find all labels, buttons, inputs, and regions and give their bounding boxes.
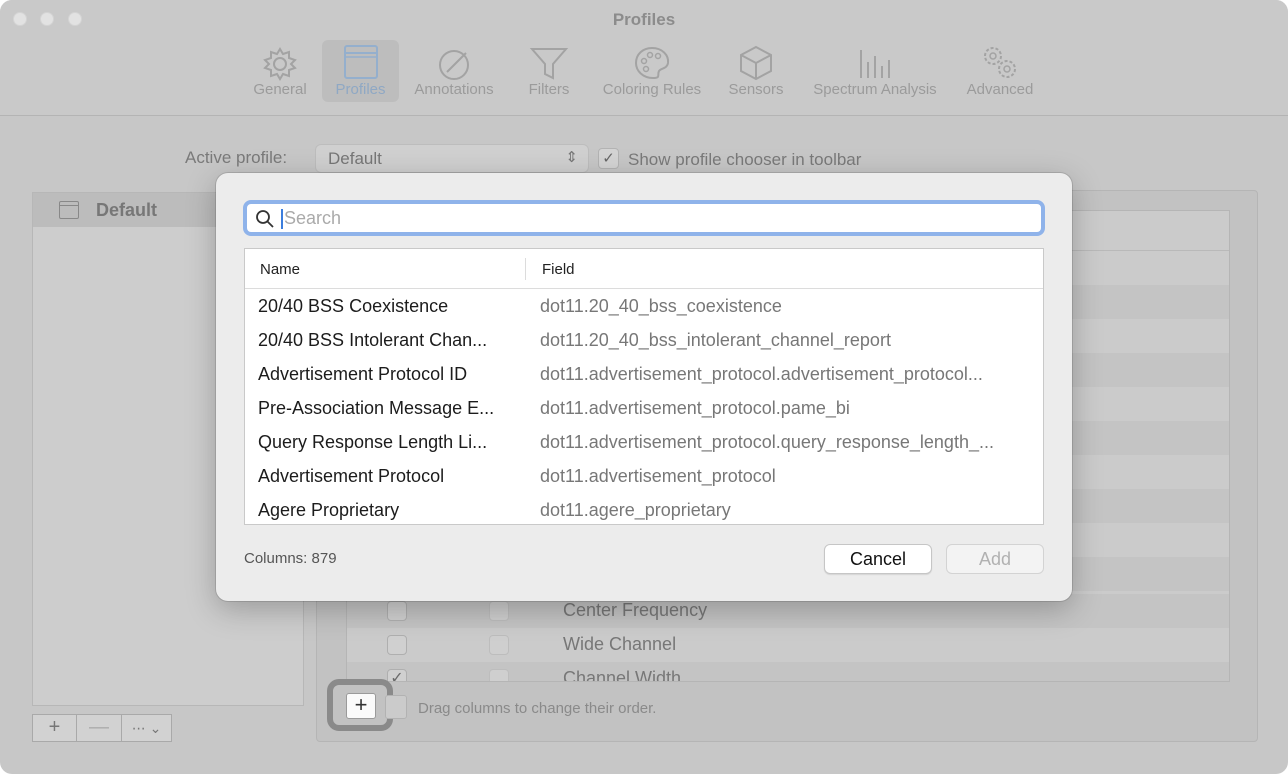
add-column-dialog: Name Field 20/40 BSS Coexistence dot11.2… xyxy=(216,173,1072,601)
toolbar-item-label: Advanced xyxy=(966,81,1034,98)
table-row[interactable]: Wide Channel xyxy=(347,628,1229,662)
column-header-name[interactable]: Name xyxy=(260,261,300,278)
toolbar-item-label: Profiles xyxy=(335,81,386,98)
add-button[interactable]: Add xyxy=(946,544,1044,574)
toolbar-item-advanced[interactable]: Advanced xyxy=(960,40,1040,102)
window-icon xyxy=(59,201,79,219)
gears-icon xyxy=(984,47,1016,78)
secondary-checkbox[interactable] xyxy=(489,669,509,681)
cube-icon xyxy=(740,45,772,81)
window-icon xyxy=(343,45,378,79)
profile-name: Default xyxy=(96,200,158,220)
toolbar-item-annotations[interactable]: Annotations xyxy=(407,40,501,102)
remove-profile-button[interactable]: — xyxy=(77,714,122,742)
columns-count: Columns: 879 xyxy=(244,550,337,567)
titlebar: Profiles General Profiles Annotations Fi… xyxy=(0,0,1288,116)
toolbar-item-label: General xyxy=(253,81,307,98)
field-name: 20/40 BSS Coexistence xyxy=(258,296,449,316)
active-profile-select[interactable]: Default ⇕ xyxy=(315,144,589,173)
chevron-up-down-icon: ⇕ xyxy=(565,149,578,166)
secondary-checkbox[interactable] xyxy=(489,635,509,655)
add-column-button[interactable]: + xyxy=(346,693,376,719)
table-row[interactable]: 20/40 BSS Intolerant Chan... dot11.20_40… xyxy=(245,323,1043,357)
table-header: Name Field xyxy=(245,249,1043,289)
toolbar-item-general[interactable]: General xyxy=(248,40,312,102)
column-header-field[interactable]: Field xyxy=(542,261,575,278)
search-field[interactable] xyxy=(243,200,1045,236)
field-name: Query Response Length Li... xyxy=(258,432,488,452)
field-name: Advertisement Protocol ID xyxy=(258,364,468,384)
fields-table: Name Field 20/40 BSS Coexistence dot11.2… xyxy=(244,248,1044,525)
column-title: Channel Width xyxy=(563,668,682,682)
table-row[interactable]: Query Response Length Li... dot11.advert… xyxy=(245,425,1043,459)
remove-column-button[interactable] xyxy=(385,695,407,719)
visible-checkbox[interactable]: ✓ xyxy=(387,669,407,681)
spectrum-bars-icon xyxy=(860,50,890,78)
secondary-checkbox[interactable] xyxy=(489,601,509,621)
column-title: Wide Channel xyxy=(563,634,677,654)
field-key: dot11.advertisement_protocol xyxy=(540,466,776,486)
profiles-list-controls: + — ⋯ ⌄ xyxy=(32,714,172,742)
palette-icon xyxy=(634,46,670,80)
toolbar-item-spectrum-analysis[interactable]: Spectrum Analysis xyxy=(802,40,948,102)
gear-icon xyxy=(263,47,297,81)
field-name: 20/40 BSS Intolerant Chan... xyxy=(258,330,488,350)
field-key: dot11.advertisement_protocol.query_respo… xyxy=(540,432,994,452)
more-actions-button[interactable]: ⋯ ⌄ xyxy=(122,714,172,742)
toolbar-item-filters[interactable]: Filters xyxy=(522,40,576,102)
toolbar-item-label: Annotations xyxy=(414,81,494,98)
field-key: dot11.advertisement_protocol.advertiseme… xyxy=(540,364,983,384)
cancel-button[interactable]: Cancel xyxy=(824,544,932,574)
pencil-circle-icon xyxy=(439,50,469,80)
column-title: Center Frequency xyxy=(563,600,708,620)
search-icon xyxy=(256,210,274,228)
field-key: dot11.advertisement_protocol.pame_bi xyxy=(540,398,850,418)
field-name: Pre-Association Message E... xyxy=(258,398,495,418)
table-row[interactable]: Advertisement Protocol ID dot11.advertis… xyxy=(245,357,1043,391)
field-key: dot11.agere_proprietary xyxy=(540,500,731,520)
toolbar-item-coloring-rules[interactable]: Coloring Rules xyxy=(596,40,708,102)
show-profile-chooser-checkbox[interactable]: ✓ xyxy=(598,148,619,169)
table-row[interactable]: Agere Proprietary dot11.agere_proprietar… xyxy=(245,493,1043,524)
field-name: Advertisement Protocol xyxy=(258,466,445,486)
table-row[interactable]: Advertisement Protocol dot11.advertiseme… xyxy=(245,459,1043,493)
drag-hint-text: Drag columns to change their order. xyxy=(418,700,657,717)
text-caret xyxy=(281,209,283,229)
table-row[interactable]: 20/40 BSS Coexistence dot11.20_40_bss_co… xyxy=(245,289,1043,323)
toolbar-item-label: Sensors xyxy=(728,81,784,98)
search-input[interactable] xyxy=(284,206,1024,230)
field-key: dot11.20_40_bss_intolerant_channel_repor… xyxy=(540,330,891,350)
visible-checkbox[interactable] xyxy=(387,601,407,621)
active-profile-value: Default xyxy=(328,149,382,168)
toolbar-item-label: Filters xyxy=(528,81,570,98)
active-profile-label: Active profile: xyxy=(185,148,288,167)
toolbar-item-label: Spectrum Analysis xyxy=(813,81,937,98)
toolbar-item-sensors[interactable]: Sensors xyxy=(724,40,788,102)
toolbar-item-label: Coloring Rules xyxy=(602,81,702,98)
field-name: Agere Proprietary xyxy=(258,500,400,520)
add-profile-button[interactable]: + xyxy=(32,714,77,742)
show-profile-chooser-label: Show profile chooser in toolbar xyxy=(628,150,862,169)
window-title: Profiles xyxy=(612,10,676,29)
column-divider[interactable] xyxy=(525,258,526,280)
table-row[interactable]: ✓ Channel Width xyxy=(347,662,1229,682)
funnel-icon xyxy=(529,48,569,80)
table-row[interactable]: Pre-Association Message E... dot11.adver… xyxy=(245,391,1043,425)
field-key: dot11.20_40_bss_coexistence xyxy=(540,296,782,316)
toolbar-item-profiles[interactable]: Profiles xyxy=(322,40,399,102)
preferences-window: Profiles General Profiles Annotations Fi… xyxy=(0,0,1288,774)
visible-checkbox[interactable] xyxy=(387,635,407,655)
